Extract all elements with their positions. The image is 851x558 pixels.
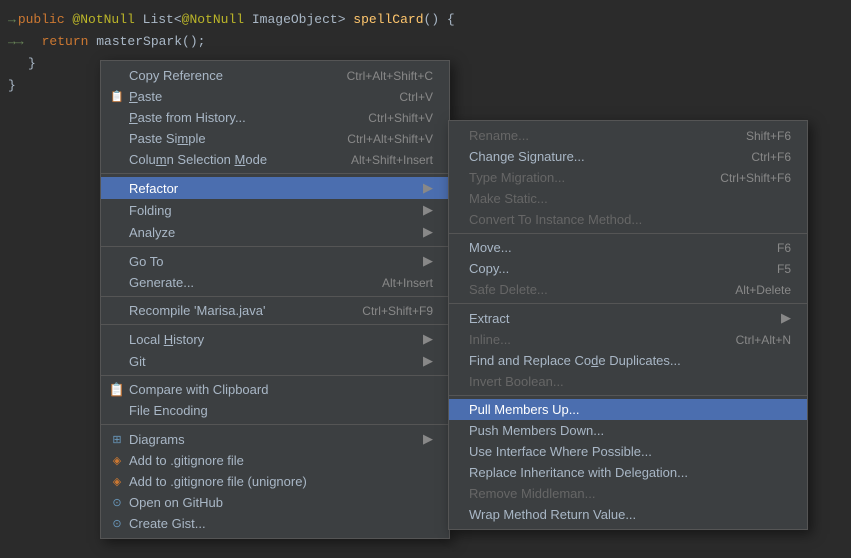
- separator-4: [101, 324, 449, 325]
- menu-compare-clipboard[interactable]: 📋 Compare with Clipboard: [101, 379, 449, 400]
- menu-column-selection[interactable]: Column Selection Mode Alt+Shift+Insert: [101, 149, 449, 170]
- menu-pull-members-up[interactable]: Pull Members Up...: [449, 399, 807, 420]
- diagrams-icon: ⊞: [109, 431, 125, 447]
- gist-icon: ⊙: [109, 516, 125, 532]
- menu-safe-delete[interactable]: Safe Delete... Alt+Delete: [449, 279, 807, 300]
- menu-paste-simple[interactable]: Paste Simple Ctrl+Alt+Shift+V: [101, 128, 449, 149]
- menu-wrap-method[interactable]: Wrap Method Return Value...: [449, 504, 807, 525]
- menu-extract[interactable]: Extract ▶: [449, 307, 807, 329]
- separator-5: [101, 375, 449, 376]
- separator-6: [101, 424, 449, 425]
- separator-3: [101, 296, 449, 297]
- menu-recompile[interactable]: Recompile 'Marisa.java' Ctrl+Shift+F9: [101, 300, 449, 321]
- menu-push-members-down[interactable]: Push Members Down...: [449, 420, 807, 441]
- menu-invert-boolean[interactable]: Invert Boolean...: [449, 371, 807, 392]
- menu-move[interactable]: Move... F6: [449, 237, 807, 258]
- menu-goto[interactable]: Go To ▶: [101, 250, 449, 272]
- menu-folding[interactable]: Folding ▶: [101, 199, 449, 221]
- menu-convert-instance[interactable]: Convert To Instance Method...: [449, 209, 807, 230]
- menu-replace-inheritance[interactable]: Replace Inheritance with Delegation...: [449, 462, 807, 483]
- menu-make-static[interactable]: Make Static...: [449, 188, 807, 209]
- menu-type-migration[interactable]: Type Migration... Ctrl+Shift+F6: [449, 167, 807, 188]
- menu-git[interactable]: Git ▶: [101, 350, 449, 372]
- menu-diagrams[interactable]: ⊞ Diagrams ▶: [101, 428, 449, 450]
- right-separator-3: [449, 395, 807, 396]
- arrow-icon-2: →→: [8, 34, 24, 49]
- menu-refactor[interactable]: Refactor ▶: [101, 177, 449, 199]
- menu-change-signature[interactable]: Change Signature... Ctrl+F6: [449, 146, 807, 167]
- menu-generate[interactable]: Generate... Alt+Insert: [101, 272, 449, 293]
- menu-find-replace-duplicates[interactable]: Find and Replace Code Duplicates...: [449, 350, 807, 371]
- menu-copy-reference[interactable]: Copy Reference Ctrl+Alt+Shift+C: [101, 65, 449, 86]
- menu-use-interface[interactable]: Use Interface Where Possible...: [449, 441, 807, 462]
- menu-paste[interactable]: 📋 Paste Ctrl+V: [101, 86, 449, 107]
- arrow-icon: →: [8, 12, 16, 27]
- menu-rename[interactable]: Rename... Shift+F6: [449, 125, 807, 146]
- context-menu-refactor: Rename... Shift+F6 Change Signature... C…: [448, 120, 808, 530]
- paste-icon: 📋: [109, 89, 125, 105]
- github-icon: ⊙: [109, 495, 125, 511]
- menu-paste-history[interactable]: Paste from History... Ctrl+Shift+V: [101, 107, 449, 128]
- code-line-2: →→ return masterSpark();: [0, 30, 851, 52]
- gitignore-icon: ◈: [109, 453, 125, 469]
- clipboard-icon: 📋: [109, 382, 125, 398]
- menu-inline[interactable]: Inline... Ctrl+Alt+N: [449, 329, 807, 350]
- menu-file-encoding[interactable]: File Encoding: [101, 400, 449, 421]
- menu-remove-middleman[interactable]: Remove Middleman...: [449, 483, 807, 504]
- gitignore-unignore-icon: ◈: [109, 474, 125, 490]
- separator-2: [101, 246, 449, 247]
- menu-add-gitignore-unignore[interactable]: ◈ Add to .gitignore file (unignore): [101, 471, 449, 492]
- menu-copy[interactable]: Copy... F5: [449, 258, 807, 279]
- menu-local-history[interactable]: Local History ▶: [101, 328, 449, 350]
- menu-add-gitignore[interactable]: ◈ Add to .gitignore file: [101, 450, 449, 471]
- context-menu-left: Copy Reference Ctrl+Alt+Shift+C 📋 Paste …: [100, 60, 450, 539]
- right-separator-2: [449, 303, 807, 304]
- right-separator-1: [449, 233, 807, 234]
- menu-open-github[interactable]: ⊙ Open on GitHub: [101, 492, 449, 513]
- separator-1: [101, 173, 449, 174]
- menu-create-gist[interactable]: ⊙ Create Gist...: [101, 513, 449, 534]
- menu-analyze[interactable]: Analyze ▶: [101, 221, 449, 243]
- code-line-1: → public @NotNull List< @NotNull ImageOb…: [0, 8, 851, 30]
